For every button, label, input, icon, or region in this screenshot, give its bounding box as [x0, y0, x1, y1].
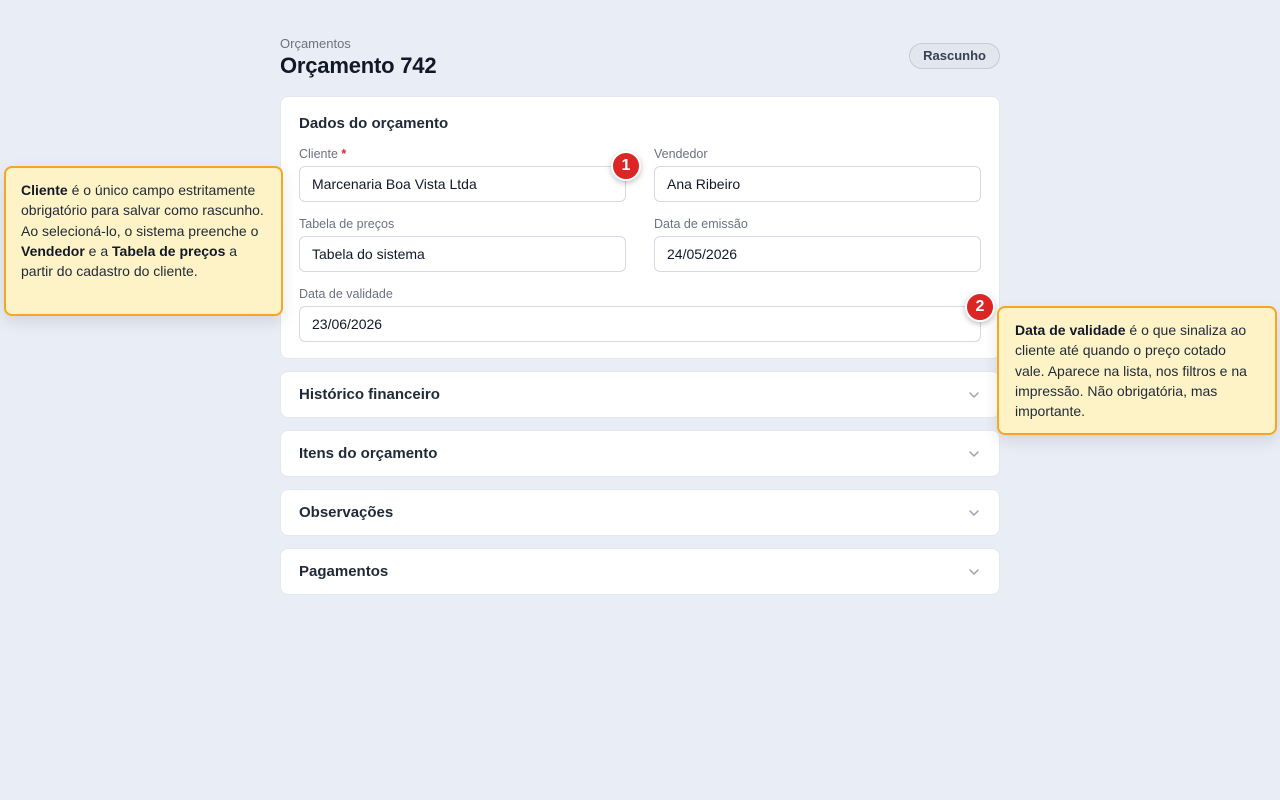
data-emissao-label: Data de emissão: [654, 217, 748, 231]
chevron-down-icon[interactable]: [967, 506, 981, 520]
section-pagamentos[interactable]: Pagamentos: [280, 548, 1000, 595]
callout-cliente: Cliente é o único campo estritamente obr…: [4, 166, 283, 316]
callout-bold: Data de validade: [1015, 322, 1126, 338]
breadcrumb[interactable]: Orçamentos: [280, 36, 351, 51]
vendedor-label: Vendedor: [654, 147, 708, 161]
tabela-precos-label: Tabela de preços: [299, 217, 395, 231]
section-observacoes[interactable]: Observações: [280, 489, 1000, 536]
section-title: Dados do orçamento: [299, 115, 449, 132]
chevron-down-icon[interactable]: [967, 388, 981, 402]
data-validade-label: Data de validade: [299, 287, 393, 301]
step-marker-1: 1: [611, 151, 641, 181]
callout-text: e a: [84, 242, 113, 259]
cliente-field[interactable]: Marcenaria Boa Vista Ltda: [299, 166, 626, 202]
section-itens-orcamento[interactable]: Itens do orçamento: [280, 430, 1000, 477]
cliente-label-text: Cliente: [299, 147, 338, 161]
step-marker-2: 2: [965, 292, 995, 322]
data-validade-field[interactable]: 23/06/2026: [299, 306, 981, 342]
status-badge: Rascunho: [909, 43, 1000, 69]
chevron-down-icon[interactable]: [967, 447, 981, 461]
quote-data-card: Dados do orçamento Cliente * Marcenaria …: [280, 96, 1000, 359]
section-historico-financeiro[interactable]: Histórico financeiro: [280, 371, 1000, 418]
page-title: Orçamento 742: [280, 53, 437, 78]
section-label: Histórico financeiro: [299, 386, 440, 403]
data-emissao-field[interactable]: 24/05/2026: [654, 236, 981, 272]
section-label: Itens do orçamento: [299, 445, 438, 462]
callout-data-validade: Data de validade é o que sinaliza ao cli…: [997, 306, 1277, 435]
page-header: Orçamentos Orçamento 742 Rascunho: [280, 36, 1000, 82]
callout-bold: Tabela de preços: [112, 242, 226, 259]
cliente-label: Cliente *: [299, 147, 346, 161]
tabela-precos-field[interactable]: Tabela do sistema: [299, 236, 626, 272]
required-mark: *: [341, 147, 347, 161]
callout-bold: Cliente: [21, 182, 68, 198]
vendedor-field[interactable]: Ana Ribeiro: [654, 166, 981, 202]
section-label: Observações: [299, 504, 394, 521]
section-label: Pagamentos: [299, 563, 389, 580]
chevron-down-icon[interactable]: [967, 565, 981, 579]
callout-bold: Vendedor: [21, 242, 85, 259]
